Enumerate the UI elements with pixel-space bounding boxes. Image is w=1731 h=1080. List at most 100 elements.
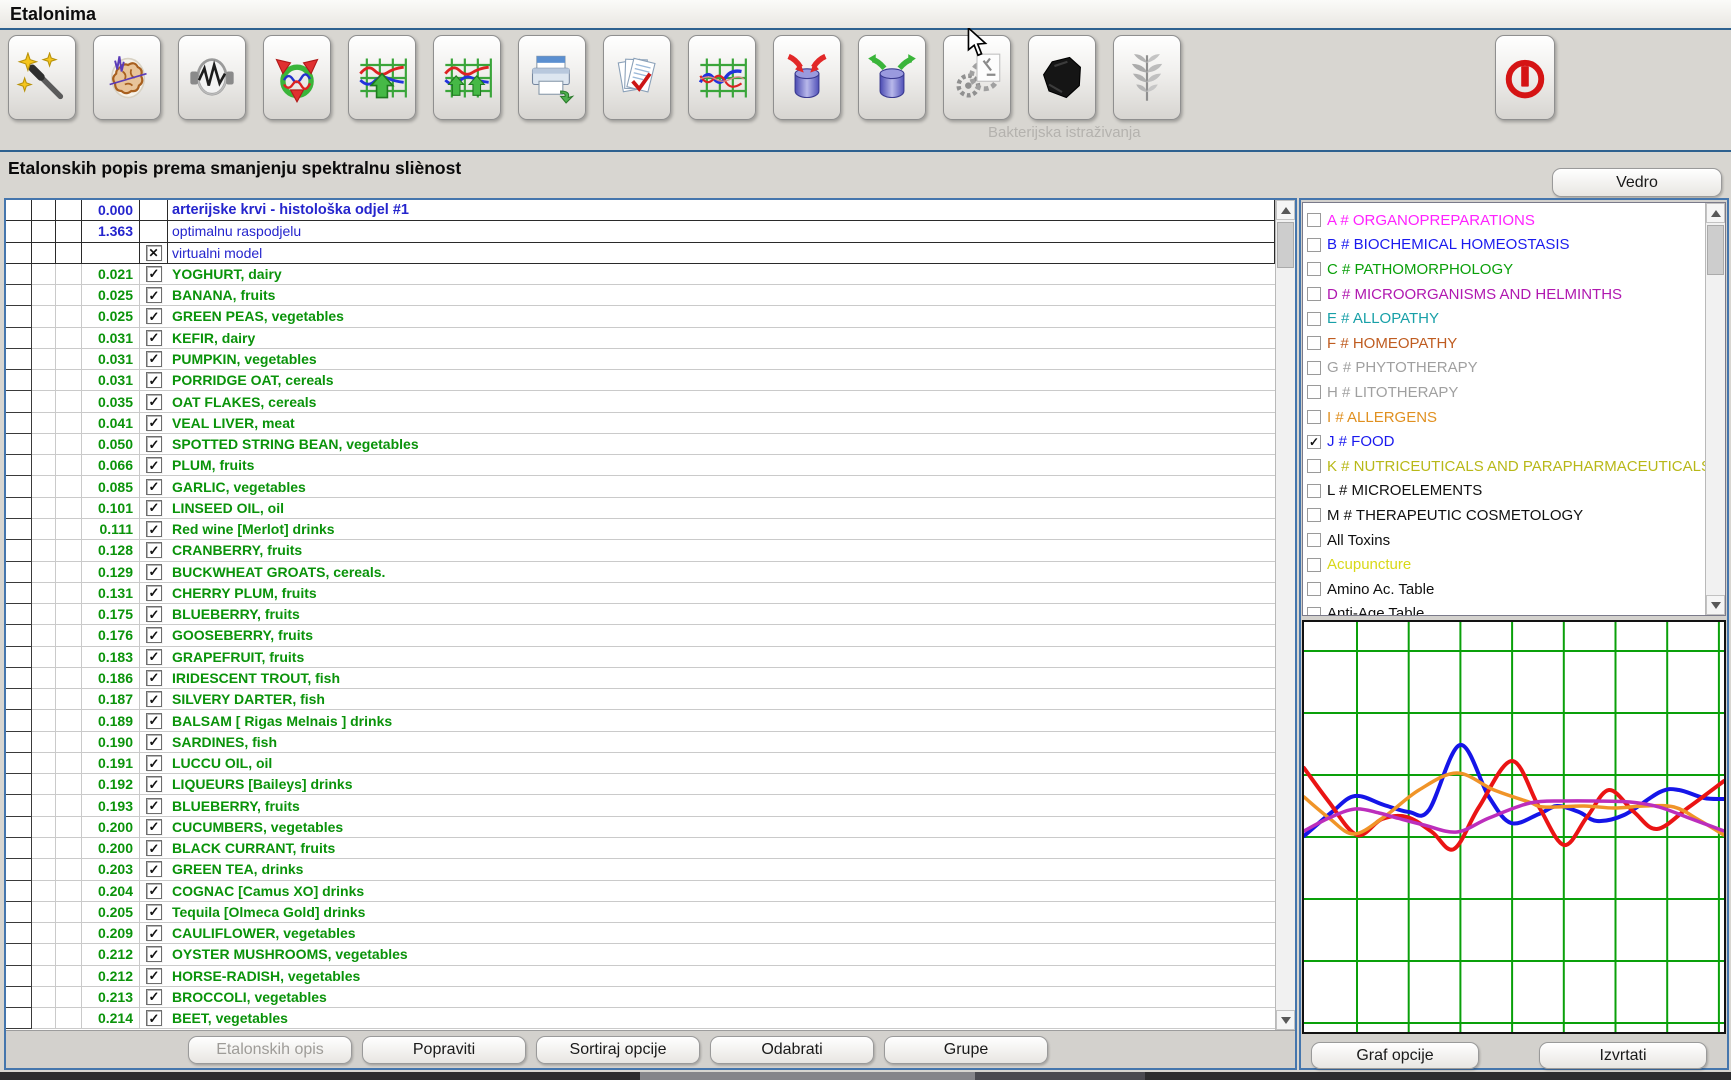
power-off-button[interactable] — [1495, 35, 1555, 120]
sortiraj-opcije-button[interactable]: Sortiraj opcije — [536, 1036, 700, 1064]
scroll-up-button[interactable] — [1276, 200, 1295, 220]
category-checkbox[interactable] — [1307, 508, 1321, 522]
row-checkbox[interactable] — [146, 308, 162, 324]
row-checkbox[interactable] — [146, 415, 162, 431]
row-checkbox[interactable] — [146, 1010, 162, 1026]
table-row[interactable]: 0.031PORRIDGE OAT, cereals — [6, 370, 1275, 391]
chart-arrow-up-button[interactable] — [348, 35, 416, 120]
graf-opcije-button[interactable]: Graf opcije — [1311, 1042, 1479, 1069]
row-checkbox[interactable] — [146, 372, 162, 388]
table-row[interactable]: 0.025BANANA, fruits — [6, 285, 1275, 306]
category-item[interactable]: M # THERAPEUTIC COSMETOLOGY — [1307, 503, 1705, 528]
table-row[interactable]: 0.031PUMPKIN, vegetables — [6, 349, 1275, 370]
category-item[interactable]: A # ORGANOPREPARATIONS — [1307, 208, 1705, 233]
category-item[interactable]: C # PATHOMORPHOLOGY — [1307, 257, 1705, 282]
table-row[interactable]: 0.187SILVERY DARTER, fish — [6, 689, 1275, 710]
category-item[interactable]: B # BIOCHEMICAL HOMEOSTASIS — [1307, 233, 1705, 258]
category-item[interactable]: Amino Ac. Table — [1307, 577, 1705, 602]
vedro-button[interactable]: Vedro — [1552, 168, 1722, 197]
category-item[interactable]: E # ALLOPATHY — [1307, 306, 1705, 331]
print-button[interactable] — [518, 35, 586, 120]
grupe-button[interactable]: Grupe — [884, 1036, 1048, 1064]
table-row[interactable]: 0.131CHERRY PLUM, fruits — [6, 583, 1275, 604]
table-row[interactable]: 0.193BLUEBERRY, fruits — [6, 795, 1275, 816]
table-row[interactable]: 0.200BLACK CURRANT, fruits — [6, 838, 1275, 859]
row-checkbox[interactable] — [146, 904, 162, 920]
row-checkbox[interactable] — [146, 245, 162, 261]
popraviti-button[interactable]: Popraviti — [362, 1036, 526, 1064]
category-item[interactable]: H # LITOTHERAPY — [1307, 380, 1705, 405]
table-row[interactable]: 0.204COGNAC [Camus XO] drinks — [6, 881, 1275, 902]
row-checkbox[interactable] — [146, 649, 162, 665]
category-item[interactable]: K # NUTRICEUTICALS AND PARAPHARMACEUTICA… — [1307, 454, 1705, 479]
table-row[interactable]: 0.021YOGHURT, dairy — [6, 264, 1275, 285]
row-checkbox[interactable] — [146, 542, 162, 558]
table-row[interactable]: 0.025GREEN PEAS, vegetables — [6, 306, 1275, 327]
category-checkbox[interactable] — [1307, 484, 1321, 498]
category-checkbox[interactable] — [1307, 262, 1321, 276]
table-row[interactable]: 0.111Red wine [Merlot] drinks — [6, 519, 1275, 540]
magic-wand-button[interactable] — [8, 35, 76, 120]
row-checkbox[interactable] — [146, 606, 162, 622]
table-row[interactable]: 0.129BUCKWHEAT GROATS, cereals. — [6, 562, 1275, 583]
table-row[interactable]: 0.186IRIDESCENT TROUT, fish — [6, 668, 1275, 689]
row-checkbox[interactable] — [146, 734, 162, 750]
documents-check-button[interactable] — [603, 35, 671, 120]
category-scrollbar[interactable] — [1705, 203, 1725, 615]
category-checkbox[interactable] — [1307, 410, 1321, 424]
list-scrollbar[interactable] — [1275, 200, 1295, 1030]
row-checkbox[interactable] — [146, 457, 162, 473]
plant-button[interactable] — [1113, 35, 1181, 120]
table-row[interactable]: 0.176GOOSEBERRY, fruits — [6, 625, 1275, 646]
category-checkbox[interactable] — [1307, 459, 1321, 473]
row-checkbox[interactable] — [146, 585, 162, 601]
row-checkbox[interactable] — [146, 798, 162, 814]
row-checkbox[interactable] — [146, 330, 162, 346]
table-row[interactable]: 0.192LIQUEURS [Baileys] drinks — [6, 774, 1275, 795]
table-row[interactable]: 0.212HORSE-RADISH, vegetables — [6, 966, 1275, 987]
row-checkbox[interactable] — [146, 287, 162, 303]
row-checkbox[interactable] — [146, 521, 162, 537]
category-checkbox[interactable] — [1307, 312, 1321, 326]
table-row[interactable]: 0.209CAULIFLOWER, vegetables — [6, 923, 1275, 944]
category-checkbox[interactable] — [1307, 533, 1321, 547]
black-stone-button[interactable] — [1028, 35, 1096, 120]
row-checkbox[interactable] — [146, 479, 162, 495]
row-checkbox[interactable] — [146, 755, 162, 771]
table-row[interactable]: 0.035OAT FLAKES, cereals — [6, 391, 1275, 412]
category-checkbox[interactable] — [1307, 607, 1321, 616]
table-row[interactable]: 0.190SARDINES, fish — [6, 732, 1275, 753]
brain-button[interactable] — [93, 35, 161, 120]
row-checkbox[interactable] — [146, 564, 162, 580]
row-checkbox[interactable] — [146, 968, 162, 984]
scroll-thumb[interactable] — [1277, 222, 1294, 268]
table-row[interactable]: 0.214BEET, vegetables — [6, 1008, 1275, 1029]
category-checkbox[interactable] — [1307, 238, 1321, 252]
row-checkbox[interactable] — [146, 946, 162, 962]
row-checkbox[interactable] — [146, 351, 162, 367]
table-row[interactable]: 0.085GARLIC, vegetables — [6, 476, 1275, 497]
table-row[interactable]: 0.041VEAL LIVER, meat — [6, 413, 1275, 434]
table-row[interactable]: 0.000arterijske krvi - histološka odjel … — [6, 200, 1275, 221]
category-checkbox[interactable] — [1307, 435, 1321, 449]
table-row[interactable]: 0.212OYSTER MUSHROOMS, vegetables — [6, 944, 1275, 965]
etalon-comparison-button[interactable] — [263, 35, 331, 120]
table-row[interactable]: 0.205Tequila [Olmeca Gold] drinks — [6, 902, 1275, 923]
odabrati-button[interactable]: Odabrati — [710, 1036, 874, 1064]
row-checkbox[interactable] — [146, 989, 162, 1005]
row-checkbox[interactable] — [146, 691, 162, 707]
table-row[interactable]: 0.183GRAPEFRUIT, fruits — [6, 647, 1275, 668]
row-checkbox[interactable] — [146, 925, 162, 941]
table-row[interactable]: 0.050SPOTTED STRING BEAN, vegetables — [6, 434, 1275, 455]
category-item[interactable]: Acupuncture — [1307, 552, 1705, 577]
row-checkbox[interactable] — [146, 436, 162, 452]
scroll-up-button[interactable] — [1706, 203, 1725, 223]
category-checkbox[interactable] — [1307, 336, 1321, 350]
table-row[interactable]: 0.189BALSAM [ Rigas Melnais ] drinks — [6, 710, 1275, 731]
row-checkbox[interactable] — [146, 840, 162, 856]
row-checkbox[interactable] — [146, 861, 162, 877]
category-item[interactable]: F # HOMEOPATHY — [1307, 331, 1705, 356]
category-checkbox[interactable] — [1307, 213, 1321, 227]
table-row[interactable]: 1.363optimalnu raspodjelu — [6, 221, 1275, 242]
category-item[interactable]: L # MICROELEMENTS — [1307, 479, 1705, 504]
